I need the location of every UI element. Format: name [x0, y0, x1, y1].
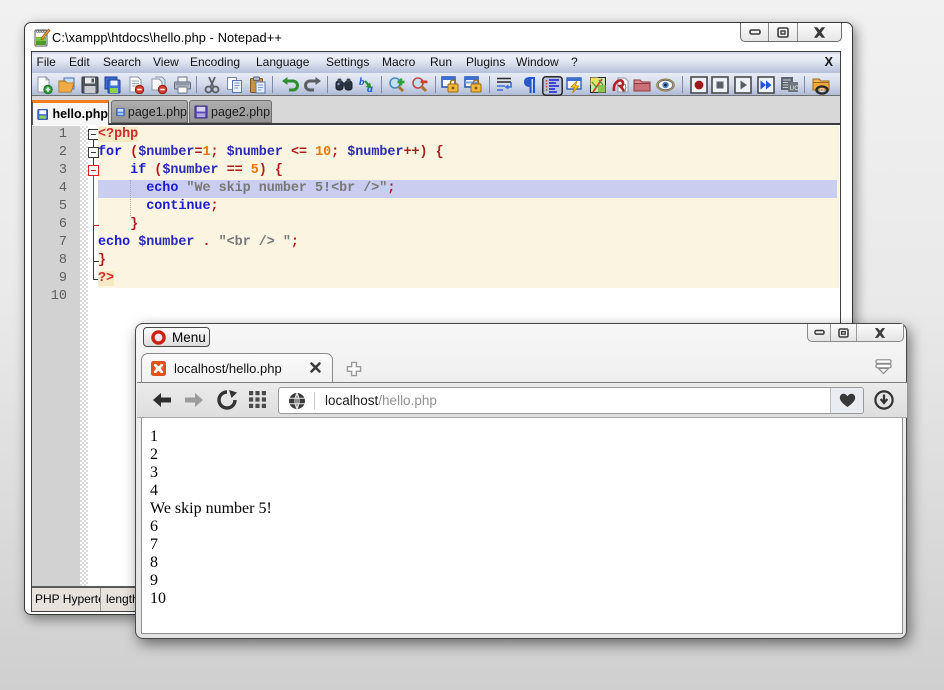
- svg-text:b: b: [359, 76, 365, 88]
- svg-text:UC: UC: [790, 85, 800, 92]
